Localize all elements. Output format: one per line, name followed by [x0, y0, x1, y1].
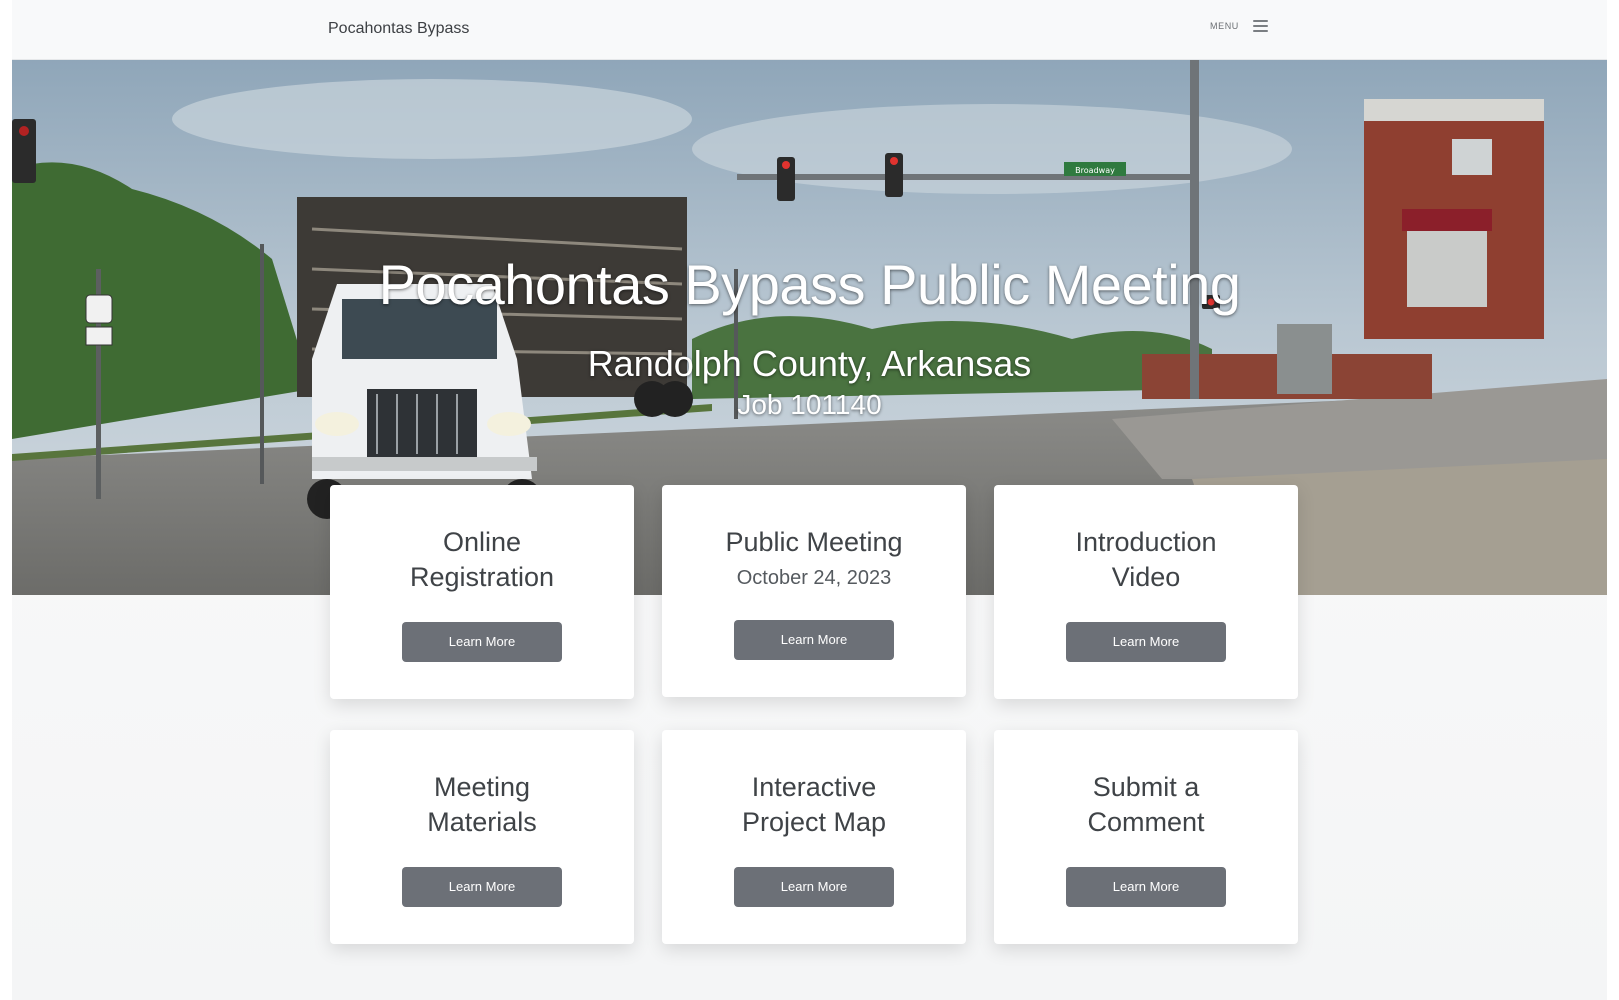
brand-link[interactable]: Pocahontas Bypass [328, 20, 469, 38]
card-title: Submit a Comment [994, 770, 1298, 840]
card-online-registration: Online Registration Learn More [330, 485, 634, 699]
card-submit-comment: Submit a Comment Learn More [994, 730, 1298, 944]
card-title-line1: Interactive [751, 772, 877, 802]
card-title-line1: Introduction [1075, 527, 1217, 557]
card-title: Interactive Project Map [662, 770, 966, 840]
card-title: Online Registration [330, 525, 634, 595]
card-title: Meeting Materials [330, 770, 634, 840]
menu-label: MENU [1210, 21, 1239, 31]
card-meeting-materials: Meeting Materials Learn More [330, 730, 634, 944]
card-title-line1: Submit a [1092, 772, 1200, 802]
learn-more-button[interactable]: Learn More [734, 620, 894, 660]
card-title-line2: Project Map [741, 807, 887, 837]
card-title-line2: Comment [1087, 807, 1205, 837]
card-title-line2: Registration [409, 562, 555, 592]
navbar: Pocahontas Bypass MENU [12, 0, 1607, 60]
card-title: Public Meeting [725, 527, 903, 557]
street-sign: Broadway [1075, 166, 1115, 175]
card-title-line1: Meeting [433, 772, 531, 802]
card-title-line1: Online [442, 527, 522, 557]
hero-subtitle: Randolph County, Arkansas [587, 343, 1032, 384]
hero-title: Pocahontas Bypass Public Meeting [378, 253, 1241, 316]
card-title-line2: Video [1111, 562, 1181, 592]
learn-more-button[interactable]: Learn More [1066, 622, 1226, 662]
card-title: Introduction Video [994, 525, 1298, 595]
hero-job-number: Job 101140 [737, 389, 882, 420]
card-title-line2: Materials [427, 807, 537, 837]
card-public-meeting: Public Meeting October 24, 2023 Learn Mo… [662, 485, 966, 697]
card-interactive-project-map: Interactive Project Map Learn More [662, 730, 966, 944]
learn-more-button[interactable]: Learn More [1066, 867, 1226, 907]
hamburger-icon [1252, 20, 1268, 32]
card-introduction-video: Introduction Video Learn More [994, 485, 1298, 699]
meeting-date: October 24, 2023 [736, 567, 892, 589]
menu-button[interactable]: MENU [1210, 20, 1268, 32]
learn-more-button[interactable]: Learn More [402, 867, 562, 907]
learn-more-button[interactable]: Learn More [402, 622, 562, 662]
learn-more-button[interactable]: Learn More [734, 867, 894, 907]
